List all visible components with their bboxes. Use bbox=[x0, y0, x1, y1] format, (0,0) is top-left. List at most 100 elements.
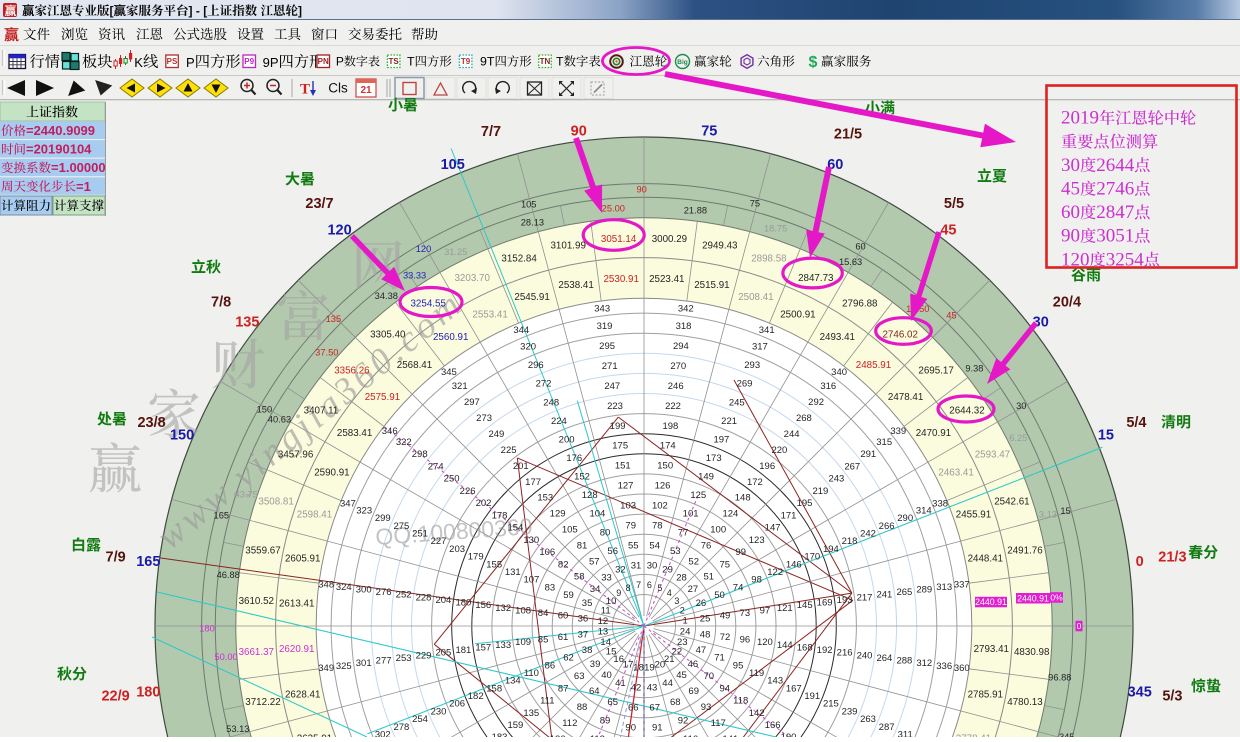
svg-text:249: 249 bbox=[488, 429, 504, 440]
svg-text:128: 128 bbox=[582, 490, 598, 501]
svg-text:18.75: 18.75 bbox=[764, 223, 787, 233]
svg-text:49: 49 bbox=[720, 611, 731, 622]
svg-text:55: 55 bbox=[628, 540, 639, 551]
svg-text:24: 24 bbox=[680, 627, 691, 638]
svg-text:]: ] bbox=[298, 4, 302, 18]
svg-text:2605.91: 2605.91 bbox=[285, 554, 320, 565]
svg-text:78: 78 bbox=[652, 520, 663, 531]
svg-text:54: 54 bbox=[649, 540, 660, 551]
svg-text:48: 48 bbox=[700, 629, 711, 640]
svg-text:167: 167 bbox=[786, 683, 802, 694]
svg-text:[: [ bbox=[110, 4, 114, 18]
svg-text:123: 123 bbox=[749, 535, 765, 546]
svg-text:59: 59 bbox=[563, 590, 574, 601]
svg-text:90: 90 bbox=[571, 123, 587, 139]
svg-text:203: 203 bbox=[449, 544, 465, 555]
svg-text:9.38: 9.38 bbox=[965, 364, 983, 374]
svg-text:168: 168 bbox=[797, 643, 813, 654]
svg-text:5/3: 5/3 bbox=[1162, 689, 1182, 705]
svg-text:57: 57 bbox=[589, 557, 600, 568]
svg-text:K: K bbox=[134, 55, 143, 70]
svg-text:216: 216 bbox=[837, 648, 853, 659]
svg-text:178: 178 bbox=[492, 510, 508, 521]
svg-text:30: 30 bbox=[1016, 401, 1026, 411]
svg-text:45: 45 bbox=[940, 222, 956, 238]
svg-text:194: 194 bbox=[823, 544, 839, 555]
svg-text:3457.96: 3457.96 bbox=[278, 450, 314, 461]
svg-text:125: 125 bbox=[690, 490, 706, 501]
svg-text:345: 345 bbox=[1059, 732, 1075, 737]
svg-text:148: 148 bbox=[735, 493, 751, 504]
svg-text:190: 190 bbox=[781, 732, 797, 737]
svg-text:56: 56 bbox=[607, 546, 618, 557]
svg-text:3508.81: 3508.81 bbox=[258, 497, 293, 508]
svg-text:2635.91: 2635.91 bbox=[297, 733, 332, 737]
svg-text:2: 2 bbox=[680, 605, 685, 615]
svg-text:158: 158 bbox=[486, 683, 502, 694]
svg-text:338: 338 bbox=[932, 499, 948, 510]
svg-text:175: 175 bbox=[612, 441, 628, 452]
svg-text:102: 102 bbox=[652, 501, 668, 512]
svg-text:60: 60 bbox=[1061, 202, 1080, 223]
svg-text:37: 37 bbox=[578, 629, 589, 640]
svg-text:135: 135 bbox=[235, 315, 259, 331]
svg-text:95: 95 bbox=[733, 660, 744, 671]
svg-text:22: 22 bbox=[672, 647, 683, 658]
svg-text:2523.41: 2523.41 bbox=[649, 274, 684, 285]
svg-text:273: 273 bbox=[476, 413, 492, 424]
svg-text:150: 150 bbox=[657, 461, 673, 472]
svg-text:205: 205 bbox=[435, 648, 451, 659]
svg-text:1: 1 bbox=[683, 616, 688, 626]
svg-text:27: 27 bbox=[688, 584, 699, 595]
svg-text:39: 39 bbox=[590, 659, 601, 670]
svg-text:21.88: 21.88 bbox=[684, 205, 707, 215]
svg-text:2620.91: 2620.91 bbox=[279, 644, 314, 655]
svg-text:28: 28 bbox=[676, 573, 687, 584]
svg-text:45: 45 bbox=[676, 670, 687, 681]
svg-text:43.75: 43.75 bbox=[235, 490, 258, 500]
svg-text:169: 169 bbox=[817, 598, 833, 609]
svg-text:21: 21 bbox=[360, 85, 372, 96]
svg-text:$: $ bbox=[809, 54, 818, 71]
svg-text:246: 246 bbox=[668, 381, 684, 392]
svg-text:2455.91: 2455.91 bbox=[956, 510, 991, 521]
svg-text:3661.37: 3661.37 bbox=[239, 647, 274, 658]
svg-text:2500.91: 2500.91 bbox=[780, 309, 815, 320]
svg-text:69: 69 bbox=[688, 686, 699, 697]
svg-text:295: 295 bbox=[599, 341, 615, 352]
svg-text:270: 270 bbox=[670, 361, 686, 372]
svg-text:121: 121 bbox=[777, 603, 793, 614]
svg-text:293: 293 bbox=[744, 360, 760, 371]
svg-text:221: 221 bbox=[721, 416, 737, 427]
svg-text:19: 19 bbox=[644, 663, 655, 674]
svg-text:299: 299 bbox=[375, 513, 391, 524]
svg-text:2593.47: 2593.47 bbox=[975, 450, 1010, 461]
svg-text:2949.43: 2949.43 bbox=[702, 240, 738, 251]
svg-text:T: T bbox=[300, 82, 310, 98]
svg-text:180: 180 bbox=[199, 624, 215, 634]
svg-text:3101.99: 3101.99 bbox=[550, 240, 585, 251]
svg-text:337: 337 bbox=[954, 580, 970, 591]
svg-text:242: 242 bbox=[860, 529, 876, 540]
svg-text:46.88: 46.88 bbox=[217, 570, 240, 580]
svg-text:] - [: ] - [ bbox=[189, 4, 208, 18]
svg-text:228: 228 bbox=[416, 592, 432, 603]
svg-text:112: 112 bbox=[562, 718, 577, 729]
svg-text:87: 87 bbox=[558, 683, 569, 694]
svg-text:2746: 2746 bbox=[1096, 179, 1134, 200]
svg-text:321: 321 bbox=[452, 381, 468, 392]
svg-text:33.33: 33.33 bbox=[403, 271, 426, 281]
svg-text:347: 347 bbox=[340, 499, 356, 510]
svg-text:88: 88 bbox=[577, 702, 588, 713]
svg-text:345: 345 bbox=[1128, 684, 1152, 700]
svg-text:67: 67 bbox=[649, 702, 660, 713]
svg-text:2746.02: 2746.02 bbox=[882, 329, 917, 340]
svg-text:323: 323 bbox=[356, 505, 372, 516]
svg-text:64: 64 bbox=[589, 686, 600, 697]
svg-text:105: 105 bbox=[441, 157, 465, 173]
svg-text:2644: 2644 bbox=[1096, 155, 1135, 176]
svg-text:200: 200 bbox=[559, 434, 575, 445]
svg-text:248: 248 bbox=[543, 397, 559, 408]
svg-text:318: 318 bbox=[676, 321, 692, 332]
svg-text:226: 226 bbox=[460, 486, 476, 497]
